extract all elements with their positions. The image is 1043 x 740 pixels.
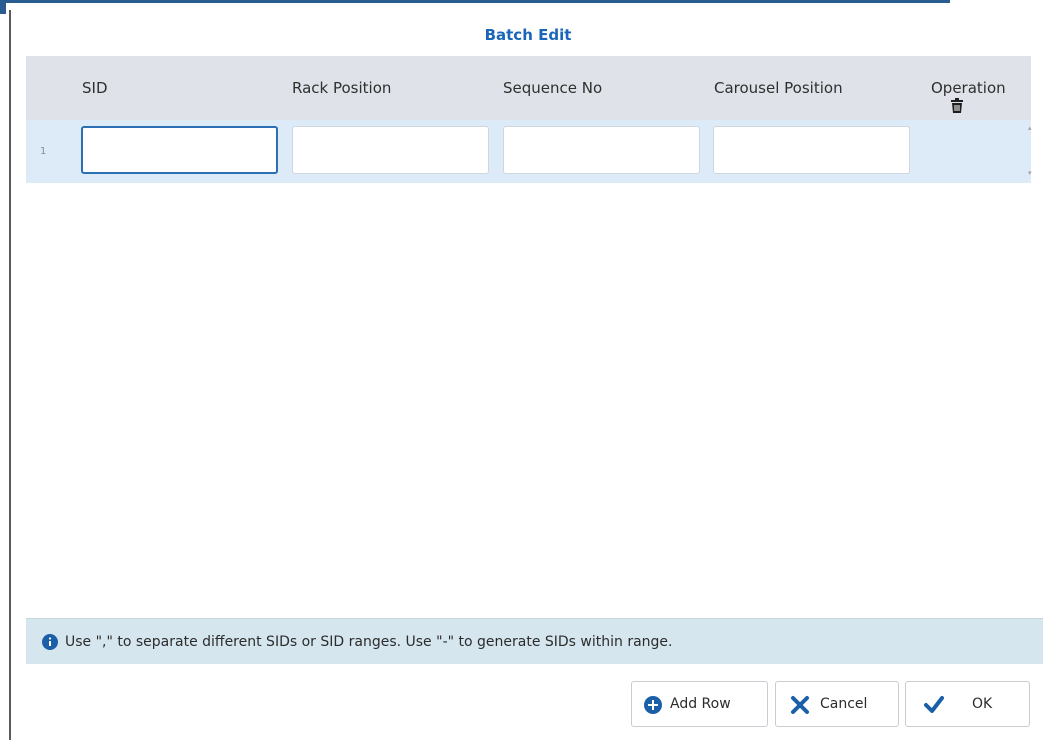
column-header-carousel-position[interactable]: Carousel Position (714, 56, 843, 120)
batch-edit-dialog: Batch Edit SID Rack Position Sequence No… (9, 10, 1043, 740)
sequence-no-input[interactable] (503, 126, 700, 174)
trash-icon (951, 98, 963, 113)
check-icon (924, 696, 944, 713)
plus-circle-icon (644, 696, 662, 714)
carousel-position-input[interactable] (713, 126, 910, 174)
cancel-button[interactable]: Cancel (775, 681, 899, 727)
sid-input[interactable] (81, 126, 278, 174)
add-row-label: Add Row (670, 696, 731, 712)
info-message-bar: Use "," to separate different SIDs or SI… (26, 618, 1043, 664)
backdrop-window-edge (0, 0, 950, 3)
ok-button[interactable]: OK (905, 681, 1030, 727)
grid-header: SID Rack Position Sequence No Carousel P… (26, 56, 1031, 120)
rack-position-input[interactable] (292, 126, 489, 174)
backdrop-window-corner (0, 0, 6, 14)
column-header-sid[interactable]: SID (82, 56, 108, 120)
info-message-text: Use "," to separate different SIDs or SI… (65, 634, 673, 650)
row-index: 1 (40, 146, 47, 157)
x-icon (791, 696, 809, 714)
cancel-label: Cancel (820, 696, 868, 712)
scroll-down-arrow[interactable]: ▾ (1028, 170, 1034, 177)
add-row-button[interactable]: Add Row (631, 681, 768, 727)
column-header-rack-position[interactable]: Rack Position (292, 56, 391, 120)
dialog-title: Batch Edit (484, 26, 572, 44)
column-header-sequence-no[interactable]: Sequence No (503, 56, 602, 120)
ok-label: OK (972, 696, 993, 712)
scroll-up-arrow[interactable]: ▴ (1028, 125, 1034, 132)
info-circle-icon (42, 634, 58, 650)
delete-row-button[interactable] (943, 92, 971, 120)
